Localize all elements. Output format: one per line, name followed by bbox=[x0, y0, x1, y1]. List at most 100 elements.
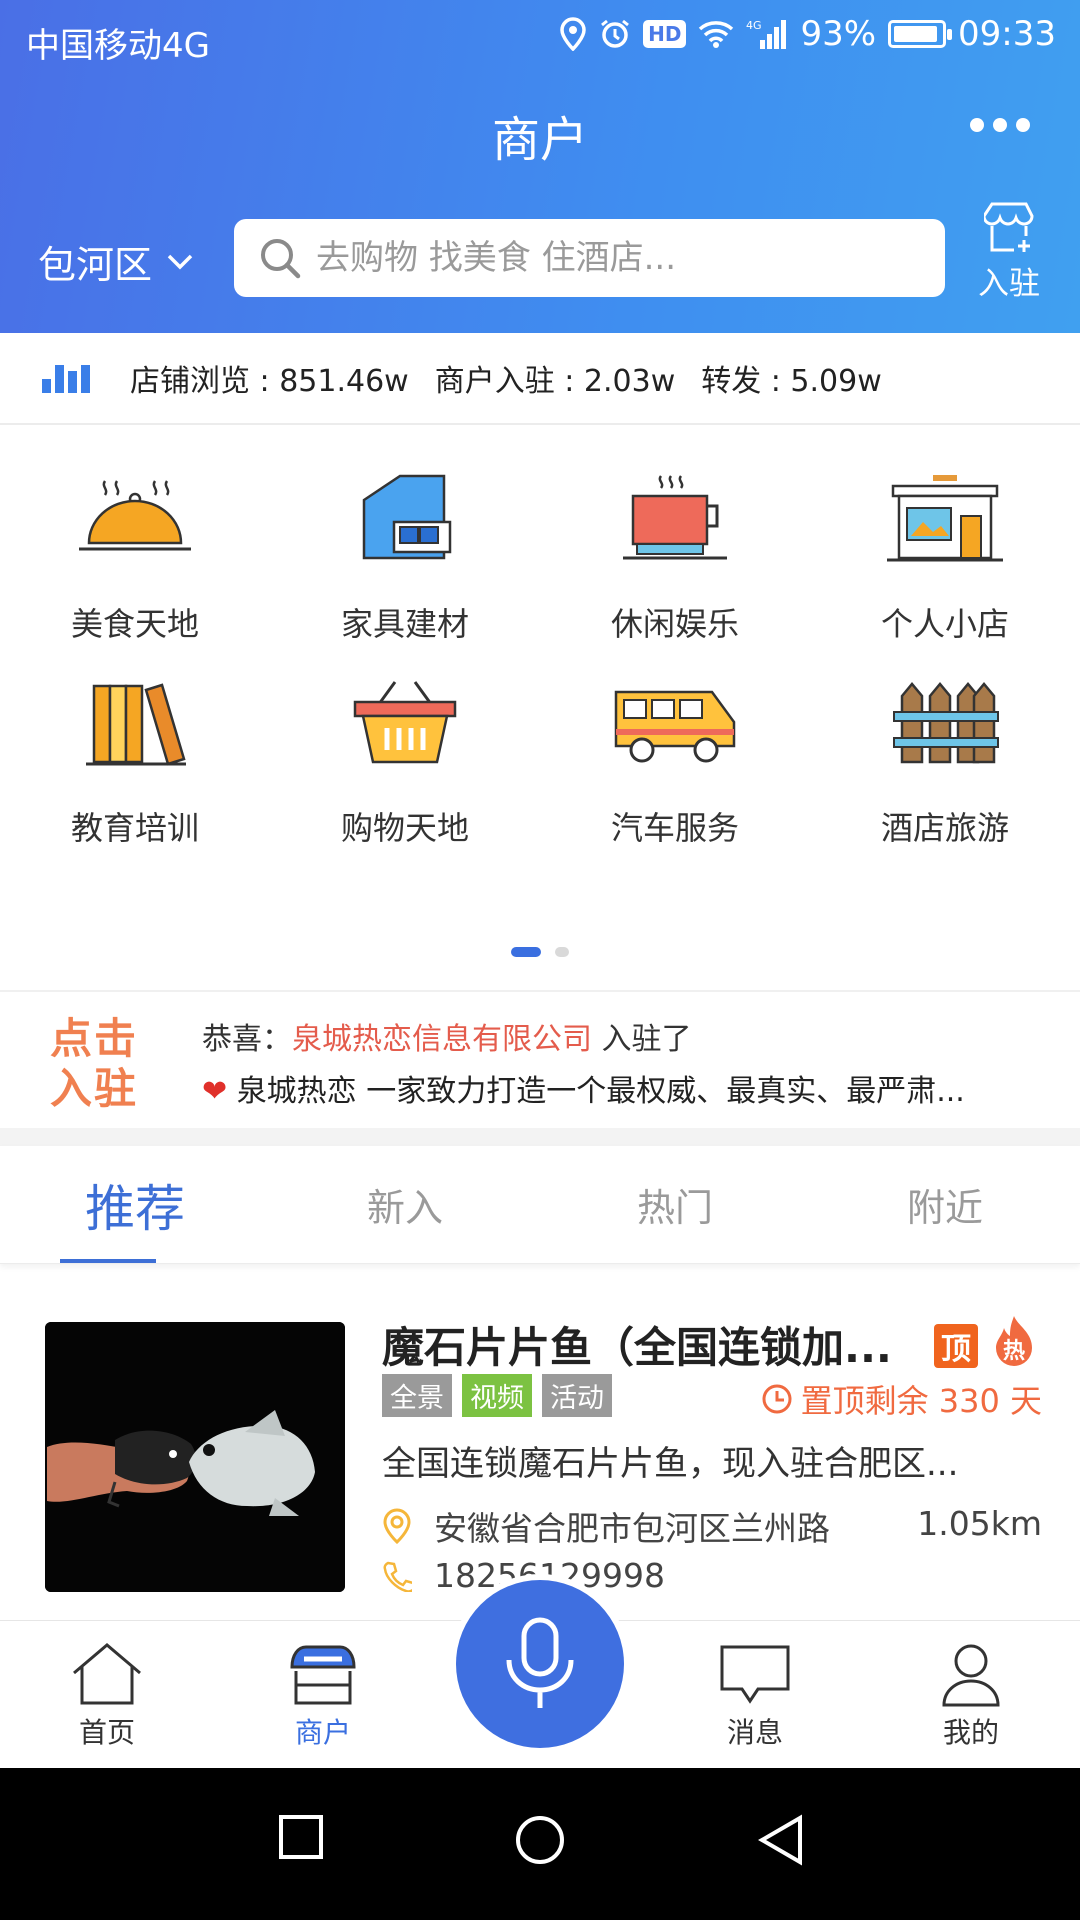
nav-home[interactable]: 首页 bbox=[47, 1641, 167, 1751]
back-triangle-icon bbox=[758, 1814, 802, 1866]
store-add-icon bbox=[984, 202, 1034, 252]
address-text: 安徽省合肥市包河区兰州路 bbox=[434, 1509, 830, 1548]
category-shop[interactable]: 个人小店 bbox=[810, 465, 1080, 645]
clock-icon bbox=[762, 1384, 792, 1414]
store-distance: 1.05km bbox=[917, 1504, 1042, 1543]
tag-video[interactable]: 视频 bbox=[462, 1374, 532, 1417]
stat-label: 商户入驻 bbox=[434, 364, 555, 399]
home-system-button[interactable] bbox=[514, 1814, 566, 1870]
phone-icon bbox=[383, 1561, 412, 1592]
stat-value: 2.03w bbox=[583, 364, 676, 399]
notice-headline: 恭喜：泉城热恋信息有限公司 入驻了 bbox=[202, 1014, 692, 1058]
voice-search-button[interactable] bbox=[456, 1580, 624, 1748]
tab-recommended[interactable]: 推荐 bbox=[0, 1146, 270, 1263]
more-menu-button[interactable] bbox=[970, 118, 1030, 132]
section-divider bbox=[0, 1128, 1080, 1146]
search-icon bbox=[261, 239, 301, 279]
shop-front-icon bbox=[875, 465, 1015, 575]
join-button[interactable]: 入驻 bbox=[974, 200, 1044, 303]
category-label: 个人小店 bbox=[880, 605, 1009, 643]
store-thumbnail[interactable] bbox=[45, 1322, 345, 1592]
tab-new[interactable]: 新入 bbox=[270, 1146, 540, 1263]
category-label: 汽车服务 bbox=[610, 809, 739, 847]
category-food[interactable]: 美食天地 bbox=[0, 465, 270, 645]
signal-icon: 4G bbox=[746, 18, 788, 50]
status-icons: HD 4G 93% 09:33 bbox=[559, 14, 1056, 54]
notice-text: 泉城热恋 一家致力打造一个最权威、最真实、最严肃... bbox=[236, 1074, 965, 1109]
company-name[interactable]: 泉城热恋信息有限公司 bbox=[292, 1022, 592, 1057]
fence-icon bbox=[875, 669, 1015, 779]
congrats-label: 恭喜： bbox=[202, 1022, 292, 1057]
join-notice-banner[interactable]: 点击 入驻 恭喜：泉城热恋信息有限公司 入驻了 ❤ 泉城热恋 一家致力打造一个最… bbox=[0, 990, 1080, 1128]
heart-icon: ❤ bbox=[202, 1074, 228, 1109]
carrier-label: 中国移动4G bbox=[26, 26, 210, 66]
search-input[interactable] bbox=[316, 238, 916, 278]
category-furniture[interactable]: 家具建材 bbox=[270, 465, 540, 645]
wifi-icon bbox=[698, 20, 734, 48]
network-label: 4G bbox=[746, 19, 762, 32]
page-indicator[interactable] bbox=[0, 947, 1080, 957]
circle-icon bbox=[516, 1816, 564, 1864]
hd-icon: HD bbox=[643, 20, 687, 48]
pin-remaining: 置顶剩余 330 天 bbox=[761, 1376, 1042, 1422]
location-icon bbox=[559, 17, 587, 51]
tab-hot[interactable]: 热门 bbox=[540, 1146, 810, 1263]
category-shopping[interactable]: 购物天地 bbox=[270, 669, 540, 849]
click-join-logo[interactable]: 点击 入驻 bbox=[50, 1014, 150, 1114]
category-leisure[interactable]: 休闲娱乐 bbox=[540, 465, 810, 645]
stat-shares: 转发 : 5.09w bbox=[701, 364, 882, 399]
district-selector[interactable]: 包河区 bbox=[38, 234, 194, 289]
tab-nearby[interactable]: 附近 bbox=[810, 1146, 1080, 1263]
tag-panorama[interactable]: 全景 bbox=[382, 1374, 452, 1417]
nav-label: 商户 bbox=[294, 1716, 351, 1749]
location-pin-icon bbox=[383, 1508, 411, 1544]
category-label: 休闲娱乐 bbox=[610, 605, 739, 643]
nav-label: 消息 bbox=[726, 1716, 783, 1749]
system-nav-bar bbox=[0, 1768, 1080, 1920]
district-label: 包河区 bbox=[38, 243, 153, 287]
more-dot bbox=[1016, 118, 1030, 132]
category-auto[interactable]: 汽车服务 bbox=[540, 669, 810, 849]
more-dot bbox=[993, 118, 1007, 132]
nav-label: 我的 bbox=[942, 1716, 999, 1749]
category-label: 家具建材 bbox=[340, 605, 469, 643]
pinned-badge: 顶 bbox=[934, 1324, 978, 1368]
pin-remaining-text: 置顶剩余 330 天 bbox=[800, 1382, 1042, 1420]
clock: 09:33 bbox=[958, 14, 1056, 54]
store-tags: 全景 视频 活动 bbox=[382, 1374, 612, 1417]
store-address[interactable]: 安徽省合肥市包河区兰州路 bbox=[382, 1502, 830, 1550]
nav-profile[interactable]: 我的 bbox=[911, 1641, 1031, 1751]
stat-label: 转发 bbox=[701, 364, 762, 399]
stat-merchants: 商户入驻 : 2.03w bbox=[434, 364, 676, 399]
header: 中国移动4G HD 4G 93% 09:33 商户 包河区 去购物 找美食 住酒… bbox=[0, 0, 1080, 333]
merchant-page: 中国移动4G HD 4G 93% 09:33 商户 包河区 去购物 找美食 住酒… bbox=[0, 0, 1080, 1920]
nav-merchant[interactable]: 商户 bbox=[263, 1641, 383, 1751]
category-education[interactable]: 教育培训 bbox=[0, 669, 270, 849]
notice-message: ❤ 泉城热恋 一家致力打造一个最权威、最真实、最严肃... bbox=[202, 1066, 1042, 1110]
more-dot bbox=[970, 118, 984, 132]
back-button[interactable] bbox=[756, 1814, 804, 1870]
square-icon bbox=[279, 1815, 323, 1859]
bar bbox=[68, 371, 77, 393]
category-hotel[interactable]: 酒店旅游 bbox=[810, 669, 1080, 849]
recent-apps-button[interactable] bbox=[278, 1814, 324, 1864]
home-icon bbox=[73, 1643, 141, 1705]
tag-activity[interactable]: 活动 bbox=[542, 1374, 612, 1417]
stat-views: 店铺浏览 : 851.46w bbox=[130, 364, 409, 399]
furniture-house-icon bbox=[335, 465, 475, 575]
books-icon bbox=[65, 669, 205, 779]
search-box[interactable] bbox=[234, 219, 945, 297]
merchant-tabs: 推荐 新入 热门 附近 bbox=[0, 1146, 1080, 1264]
stat-value: 851.46w bbox=[279, 364, 409, 399]
message-icon bbox=[720, 1645, 790, 1704]
battery-icon bbox=[888, 20, 953, 48]
page-dot bbox=[555, 947, 569, 957]
food-cloche-icon bbox=[65, 465, 205, 575]
category-label: 教育培训 bbox=[70, 809, 199, 847]
nav-messages[interactable]: 消息 bbox=[695, 1641, 815, 1751]
user-icon bbox=[942, 1644, 1000, 1707]
logo-line: 点击 bbox=[50, 1014, 139, 1063]
store-card[interactable]: 魔石片片鱼（全国连锁加... 顶 热 全景 视频 活动 置顶剩余 330 天 全… bbox=[0, 1264, 1080, 1620]
category-label: 美食天地 bbox=[70, 605, 199, 643]
store-name[interactable]: 魔石片片鱼（全国连锁加... bbox=[382, 1314, 912, 1375]
